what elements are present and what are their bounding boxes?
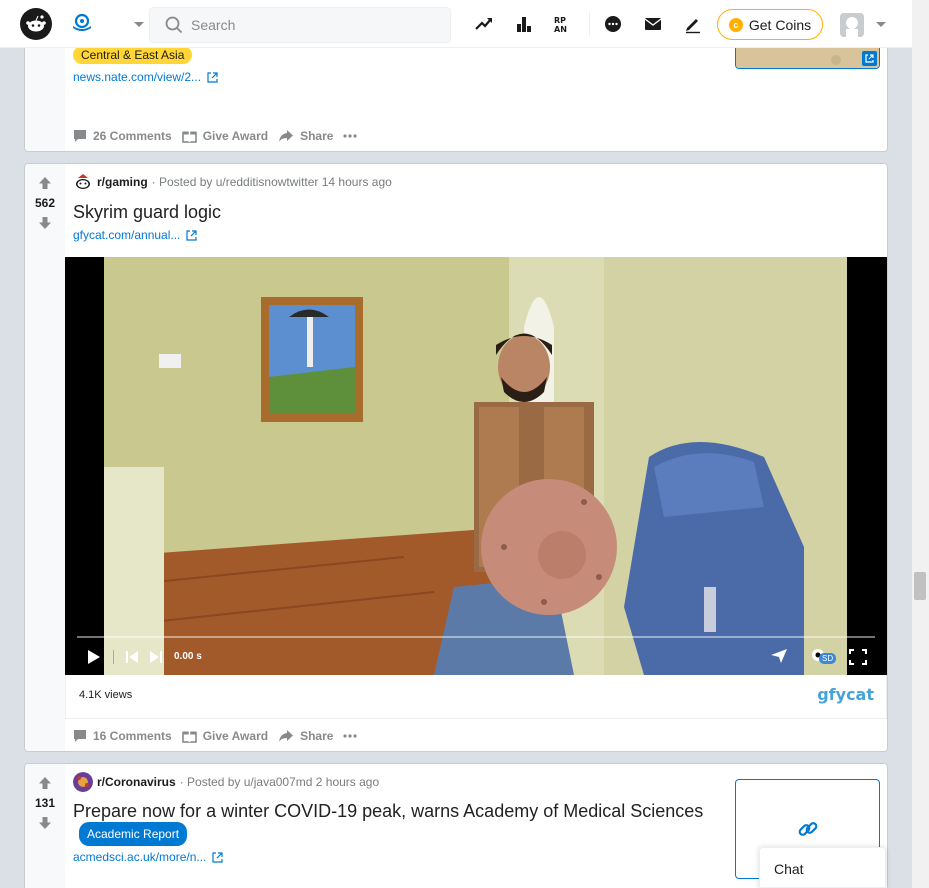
- video-info-bar: 4.1K views gfycat: [65, 675, 887, 719]
- search-input[interactable]: [191, 17, 431, 33]
- video-player[interactable]: 0.00 s SD: [65, 257, 887, 675]
- trending-icon[interactable]: [472, 12, 496, 36]
- comment-icon: [74, 729, 86, 742]
- post-meta: r/Coronavirus · Posted by u/java007md 2 …: [73, 772, 379, 792]
- subreddit-icon[interactable]: [73, 772, 93, 792]
- home-icon[interactable]: [70, 12, 94, 36]
- more-options-icon[interactable]: [343, 733, 363, 738]
- subreddit-link[interactable]: r/gaming: [97, 175, 148, 189]
- comments-button[interactable]: 16 Comments: [73, 729, 172, 743]
- post-actions: 26 Comments Give Award Share: [73, 128, 373, 143]
- subreddit-link[interactable]: r/Coronavirus: [97, 775, 176, 789]
- upvote-icon[interactable]: [38, 176, 52, 190]
- flair-label: Central & East Asia: [73, 46, 193, 64]
- chat-panel[interactable]: Chat: [759, 847, 886, 888]
- fullscreen-icon[interactable]: [849, 649, 867, 665]
- external-link-icon: [862, 51, 877, 66]
- post-flair: Academic Report: [79, 822, 188, 846]
- share-label: Share: [300, 728, 334, 743]
- award-label: Give Award: [202, 728, 269, 743]
- post-card[interactable]: 562 r/gaming · Posted by u/redditisnowtw…: [24, 163, 888, 752]
- chevron-down-icon[interactable]: [132, 17, 146, 31]
- vote-count: 562: [34, 196, 56, 210]
- send-icon[interactable]: [770, 648, 788, 664]
- posted-by: · Posted by u/java007md 2 hours ago: [179, 775, 380, 789]
- post-link[interactable]: news.nate.com/view/2...: [73, 70, 218, 84]
- upvote-icon[interactable]: [38, 776, 52, 790]
- scrollbar-thumb[interactable]: [914, 572, 926, 600]
- video-frame: [104, 257, 847, 675]
- more-options-icon[interactable]: [343, 133, 363, 138]
- page-scrollbar[interactable]: [912, 0, 929, 888]
- comments-label: 16 Comments: [93, 728, 172, 743]
- post-link[interactable]: acmedsci.ac.uk/more/n...: [73, 850, 223, 864]
- post-title[interactable]: Prepare now for a winter COVID-19 peak, …: [73, 800, 713, 846]
- video-time: 0.00 s: [174, 651, 202, 662]
- get-coins-button[interactable]: c Get Coins: [717, 9, 823, 40]
- share-label: Share: [300, 128, 334, 143]
- share-icon: [279, 129, 294, 142]
- mail-icon[interactable]: [641, 12, 665, 36]
- vote-controls: 131: [25, 776, 65, 830]
- gfycat-logo[interactable]: gfycat: [817, 685, 874, 704]
- post-title-text[interactable]: Prepare now for a winter COVID-19 peak, …: [73, 801, 703, 821]
- video-progress-bar[interactable]: [77, 636, 875, 638]
- skip-forward-icon[interactable]: [149, 650, 163, 664]
- comments-label: 26 Comments: [93, 128, 172, 143]
- create-post-icon[interactable]: [681, 12, 705, 36]
- give-award-button[interactable]: Give Award: [181, 728, 269, 743]
- skip-back-icon[interactable]: [125, 650, 139, 664]
- header-divider: [589, 12, 590, 36]
- search-bar[interactable]: [149, 7, 451, 43]
- comments-button[interactable]: 26 Comments: [73, 129, 172, 143]
- give-award-button[interactable]: Give Award: [181, 128, 269, 143]
- stats-icon[interactable]: [512, 12, 536, 36]
- search-icon: [165, 16, 183, 34]
- vote-controls: 562: [25, 176, 65, 230]
- quality-settings-button[interactable]: SD: [810, 647, 837, 667]
- external-link-icon: [212, 851, 223, 863]
- chevron-down-icon[interactable]: [874, 17, 888, 31]
- post-actions: 16 Comments Give Award Share: [73, 728, 373, 743]
- award-label: Give Award: [202, 128, 269, 143]
- share-button[interactable]: Share: [278, 729, 333, 743]
- external-link-icon: [207, 71, 218, 83]
- reddit-logo-icon[interactable]: [20, 8, 52, 40]
- quality-badge: SD: [819, 653, 837, 664]
- control-divider: [113, 650, 114, 664]
- posted-by: · Posted by u/redditisnowtwitter 14 hour…: [151, 175, 392, 189]
- subreddit-icon[interactable]: [73, 172, 93, 192]
- external-link-icon: [186, 229, 197, 241]
- gift-icon: [181, 731, 197, 743]
- link-icon: [798, 822, 817, 836]
- chat-label: Chat: [774, 861, 804, 877]
- link-text[interactable]: news.nate.com/view/2...: [73, 70, 201, 84]
- svg-text:RP: RP: [554, 16, 566, 25]
- share-icon: [279, 729, 294, 742]
- downvote-icon[interactable]: [38, 816, 52, 830]
- share-button[interactable]: Share: [278, 129, 333, 143]
- link-text[interactable]: acmedsci.ac.uk/more/n...: [73, 850, 206, 864]
- post-link[interactable]: gfycat.com/annual...: [73, 228, 197, 242]
- vote-column: [25, 164, 65, 751]
- chat-icon[interactable]: [601, 12, 625, 36]
- coin-icon: c: [728, 17, 743, 32]
- downvote-icon[interactable]: [38, 216, 52, 230]
- avatar-icon[interactable]: [840, 13, 864, 37]
- comment-icon: [74, 129, 86, 142]
- svg-text:AN: AN: [554, 25, 567, 34]
- link-text[interactable]: gfycat.com/annual...: [73, 228, 180, 242]
- gift-icon: [181, 131, 197, 143]
- get-coins-label: Get Coins: [748, 16, 812, 33]
- post-meta: r/gaming · Posted by u/redditisnowtwitte…: [73, 172, 392, 192]
- play-icon[interactable]: [87, 649, 101, 665]
- top-header: RPAN c Get Coins: [0, 0, 912, 48]
- view-count: 4.1K views: [79, 689, 133, 701]
- post-title[interactable]: Skyrim guard logic: [73, 201, 221, 223]
- post-flair: Central & East Asia: [73, 46, 193, 64]
- vote-count: 131: [34, 796, 56, 810]
- rpan-icon[interactable]: RP AN: [552, 12, 576, 36]
